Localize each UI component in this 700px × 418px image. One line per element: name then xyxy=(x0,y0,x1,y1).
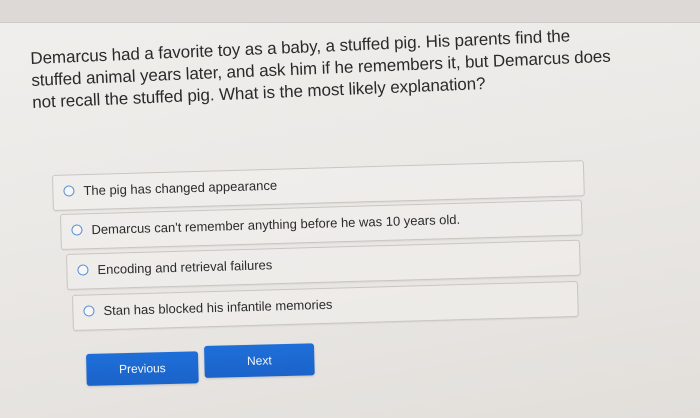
next-button[interactable]: Next xyxy=(204,343,315,378)
question-text: Demarcus had a favorite toy as a baby, a… xyxy=(30,26,611,112)
option-label: The pig has changed appearance xyxy=(83,177,278,199)
radio-unselected-icon[interactable] xyxy=(71,224,83,236)
option-label: Demarcus can't remember anything before … xyxy=(91,211,461,238)
previous-button[interactable]: Previous xyxy=(86,351,199,386)
top-bar xyxy=(0,0,700,23)
radio-unselected-icon[interactable] xyxy=(77,264,89,276)
option-label: Stan has blocked his infantile memories xyxy=(103,296,333,319)
radio-unselected-icon[interactable] xyxy=(83,305,95,317)
radio-unselected-icon[interactable] xyxy=(63,185,75,197)
option-label: Encoding and retrieval failures xyxy=(97,257,273,278)
answer-option-4[interactable]: Stan has blocked his infantile memories xyxy=(72,280,579,331)
quiz-screen: Demarcus had a favorite toy as a baby, a… xyxy=(0,0,700,418)
